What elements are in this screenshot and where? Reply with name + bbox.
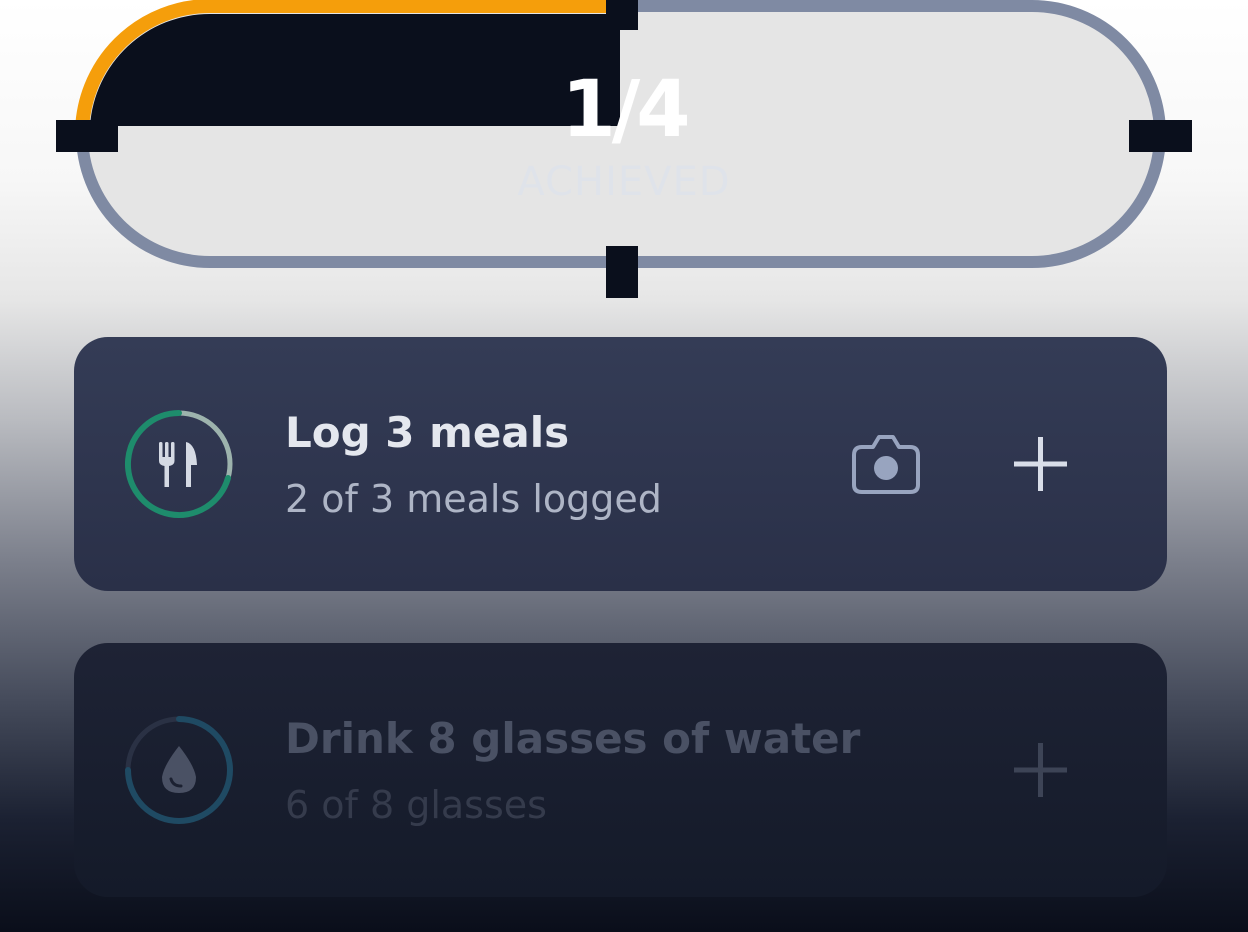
add-water-button[interactable] xyxy=(1002,739,1078,803)
quarter-marker-right xyxy=(1129,120,1192,152)
quarter-marker-left xyxy=(56,120,118,152)
goal-title: Log 3 meals xyxy=(285,408,570,457)
quarter-marker-top xyxy=(606,0,638,30)
camera-button[interactable] xyxy=(850,433,922,499)
goal-card-water[interactable]: Drink 8 glasses of water 6 of 8 glasses xyxy=(74,643,1167,897)
goal-subtitle: 6 of 8 glasses xyxy=(285,783,547,827)
quarter-marker-bottom xyxy=(606,246,638,298)
goal-title: Drink 8 glasses of water xyxy=(285,714,861,763)
goal-card-meals[interactable]: Log 3 meals 2 of 3 meals logged xyxy=(74,337,1167,591)
add-meal-button[interactable] xyxy=(1002,433,1078,497)
meals-progress-ring xyxy=(124,410,233,518)
plus-icon xyxy=(1014,743,1067,797)
achieved-count: 1/4 xyxy=(561,65,690,155)
water-progress-ring xyxy=(125,716,233,824)
goal-subtitle: 2 of 3 meals logged xyxy=(285,477,662,521)
camera-icon xyxy=(852,435,920,494)
water-drop-icon xyxy=(162,746,196,793)
fork-knife-icon xyxy=(159,442,197,487)
goals-progress-pill: 1/4 ACHIEVED xyxy=(0,0,1248,300)
plus-icon xyxy=(1014,437,1067,491)
achieved-label: ACHIEVED xyxy=(517,159,731,205)
